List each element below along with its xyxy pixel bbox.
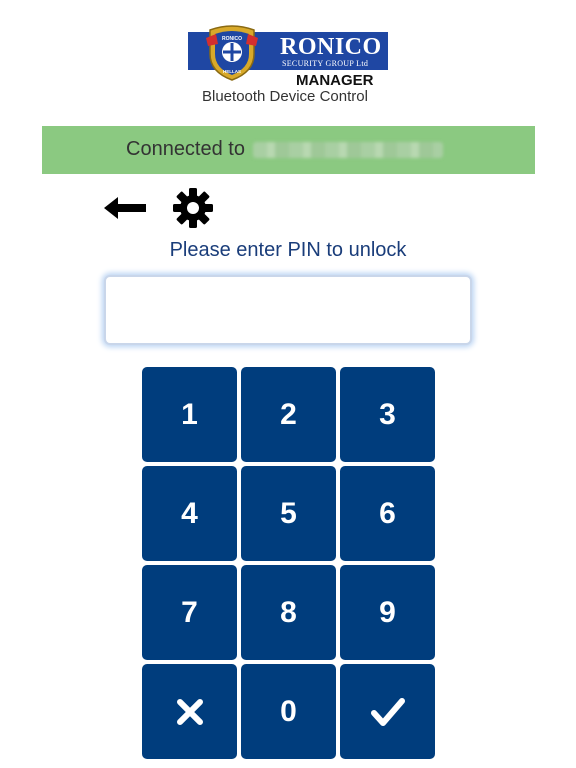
- key-9[interactable]: 9: [340, 565, 435, 660]
- key-7[interactable]: 7: [142, 565, 237, 660]
- logo-product: MANAGER: [296, 72, 374, 89]
- key-5[interactable]: 5: [241, 466, 336, 561]
- shield-icon: RONICO HELLAS: [206, 25, 258, 81]
- device-name-redacted: [252, 141, 443, 158]
- clear-button[interactable]: [142, 664, 237, 759]
- key-3[interactable]: 3: [340, 367, 435, 462]
- pin-prompt: Please enter PIN to unlock: [169, 239, 407, 261]
- key-1[interactable]: 1: [142, 367, 237, 462]
- clear-icon: [176, 698, 203, 725]
- submit-button[interactable]: [340, 664, 435, 759]
- key-6[interactable]: 6: [340, 466, 435, 561]
- key-8[interactable]: 8: [241, 565, 336, 660]
- logo-tagline: Bluetooth Device Control: [202, 88, 368, 105]
- connection-status-bar: Connected to: [42, 126, 535, 174]
- gear-icon: [173, 188, 213, 228]
- pin-input[interactable]: [104, 275, 472, 345]
- pin-keypad: 1 2 3 4 5 6 7 8 9 0: [142, 367, 435, 759]
- settings-button[interactable]: [171, 186, 215, 230]
- connection-label: Connected to: [126, 138, 245, 160]
- key-0[interactable]: 0: [241, 664, 336, 759]
- logo-title: RONICO: [280, 34, 382, 60]
- key-2[interactable]: 2: [241, 367, 336, 462]
- arrow-left-icon: [104, 197, 146, 219]
- logo-subtitle: SECURITY GROUP Ltd: [282, 59, 369, 68]
- connection-status: Connected to: [126, 138, 443, 161]
- shield-top-text: RONICO: [222, 36, 242, 42]
- shield-bottom-text: HELLAS: [223, 69, 241, 74]
- back-button[interactable]: [102, 194, 148, 222]
- check-icon: [370, 697, 405, 726]
- key-4[interactable]: 4: [142, 466, 237, 561]
- ronico-logo: RONICO HELLAS RONICO SECURITY GROUP Ltd …: [188, 22, 388, 106]
